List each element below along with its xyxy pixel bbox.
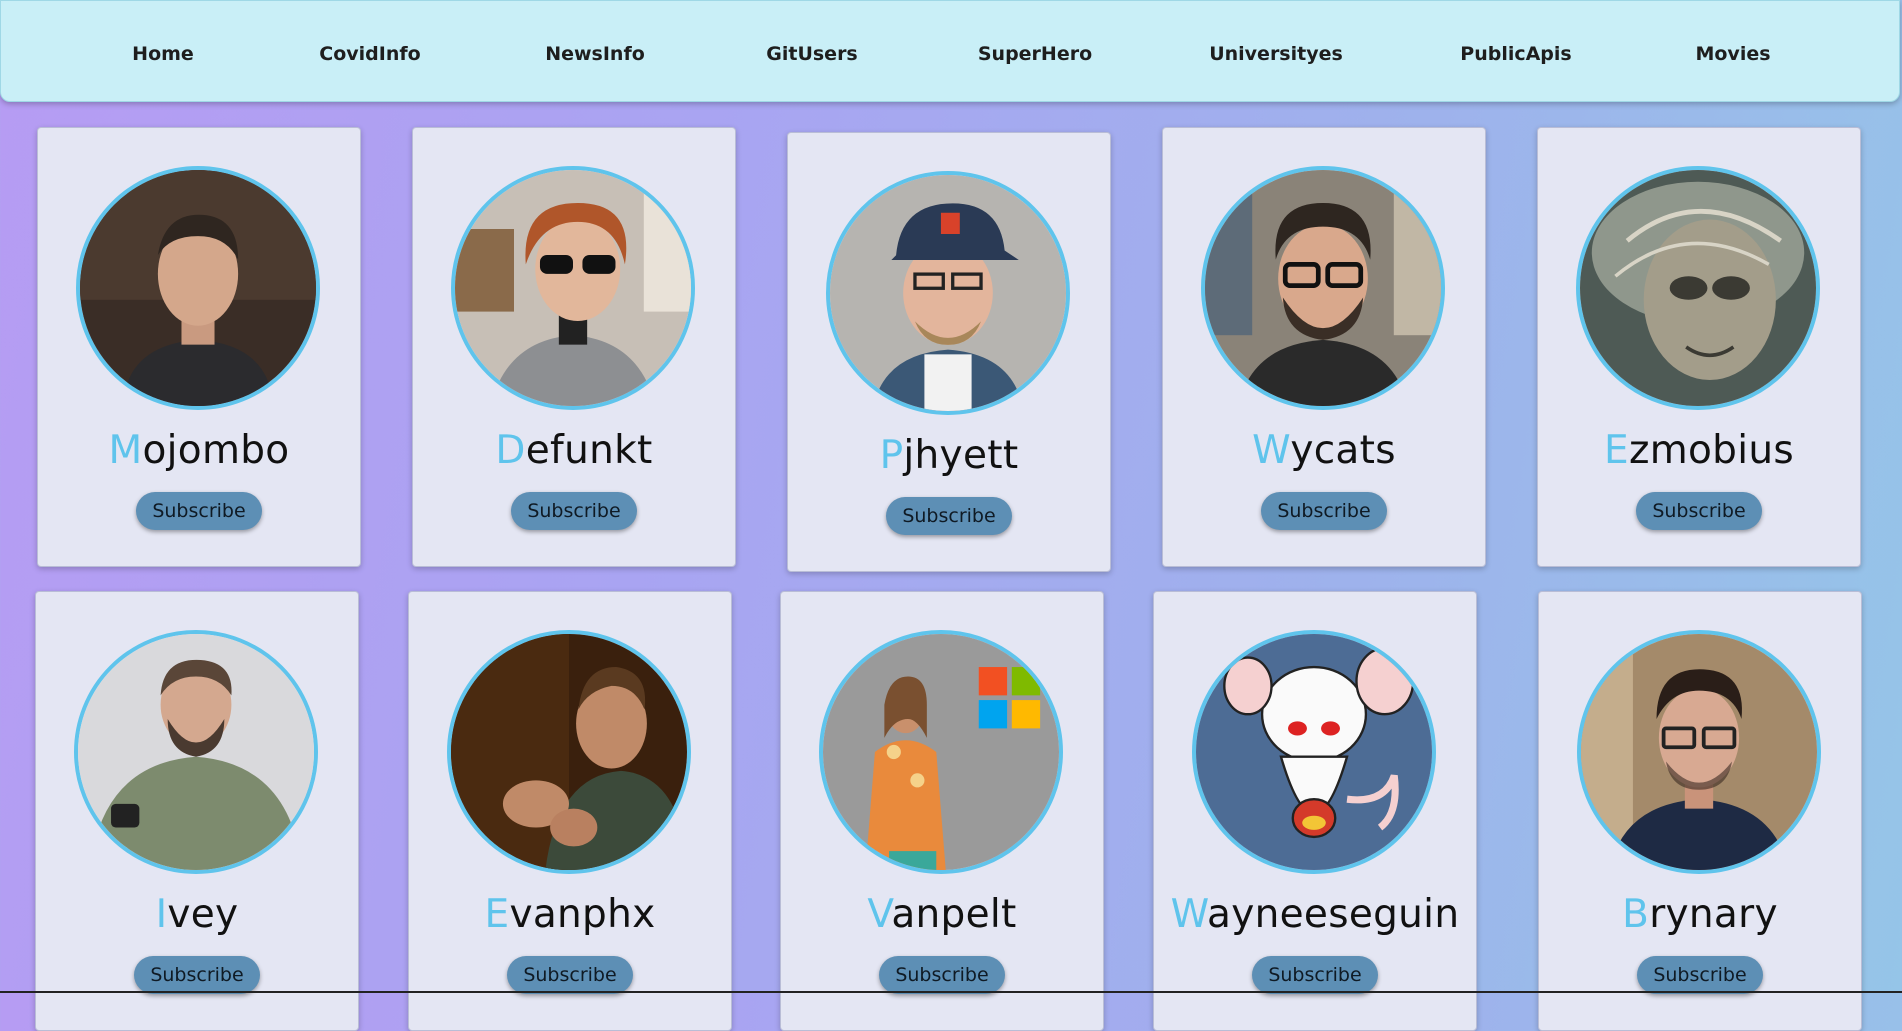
user-card: Defunkt Subscribe <box>412 127 736 567</box>
subscribe-button[interactable]: Subscribe <box>1637 956 1763 994</box>
avatar <box>826 171 1070 415</box>
top-navbar: Home CovidInfo NewsInfo GitUsers SuperHe… <box>0 0 1900 102</box>
avatar <box>1577 630 1821 874</box>
avatar <box>1201 166 1445 410</box>
user-card: Vanpelt Subscribe <box>780 591 1104 1031</box>
username: Defunkt <box>495 428 653 473</box>
user-card: Mojombo Subscribe <box>37 127 361 567</box>
username: Mojombo <box>108 428 290 473</box>
subscribe-button[interactable]: Subscribe <box>136 492 262 530</box>
username: Wycats <box>1252 428 1396 473</box>
nav-publicapis-link[interactable]: PublicApis <box>1460 43 1571 65</box>
nav-covidinfo-link[interactable]: CovidInfo <box>319 43 420 65</box>
nav-home-link[interactable]: Home <box>132 43 194 65</box>
nav-superhero-link[interactable]: SuperHero <box>978 43 1092 65</box>
avatar <box>1576 166 1820 410</box>
subscribe-button[interactable]: Subscribe <box>511 492 637 530</box>
subscribe-button[interactable]: Subscribe <box>1261 492 1387 530</box>
user-card: Ivey Subscribe <box>35 591 359 1031</box>
avatar <box>451 166 695 410</box>
username: Wayneeseguin <box>1170 892 1460 937</box>
subscribe-button[interactable]: Subscribe <box>886 497 1012 535</box>
nav-movies-link[interactable]: Movies <box>1695 43 1770 65</box>
subscribe-button[interactable]: Subscribe <box>507 956 633 994</box>
user-card: Evanphx Subscribe <box>408 591 732 1031</box>
subscribe-button[interactable]: Subscribe <box>1252 956 1378 994</box>
username: Vanpelt <box>867 892 1017 937</box>
avatar <box>76 166 320 410</box>
username: Ezmobius <box>1603 428 1794 473</box>
user-card: Wycats Subscribe <box>1162 127 1486 567</box>
nav-universityes-link[interactable]: Universityes <box>1209 43 1343 65</box>
username: Evanphx <box>484 892 656 937</box>
username: Brynary <box>1622 892 1778 937</box>
user-card: Brynary Subscribe <box>1538 591 1862 1031</box>
subscribe-button[interactable]: Subscribe <box>1636 492 1762 530</box>
user-card: Wayneeseguin Subscribe <box>1153 591 1477 1031</box>
avatar <box>1192 630 1436 874</box>
subscribe-button[interactable]: Subscribe <box>879 956 1005 994</box>
nav-newsinfo-link[interactable]: NewsInfo <box>545 43 645 65</box>
avatar <box>74 630 318 874</box>
nav-gitusers-link[interactable]: GitUsers <box>766 43 858 65</box>
username: Pjhyett <box>879 433 1019 478</box>
username: Ivey <box>155 892 239 937</box>
avatar <box>447 630 691 874</box>
avatar <box>819 630 1063 874</box>
subscribe-button[interactable]: Subscribe <box>134 956 260 994</box>
user-card: Pjhyett Subscribe <box>787 132 1111 572</box>
user-card: Ezmobius Subscribe <box>1537 127 1861 567</box>
